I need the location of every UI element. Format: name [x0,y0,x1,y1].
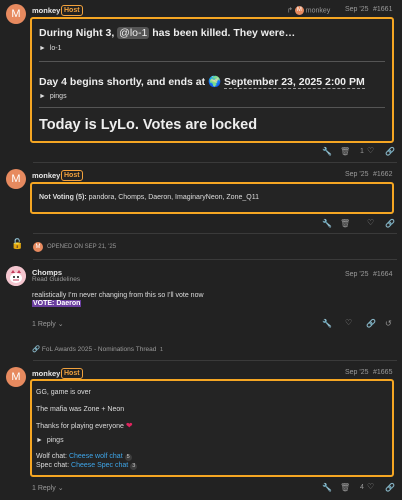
not-voting-list: Not Voting (5): pandora, Chomps, Daeron,… [39,194,259,201]
triangle-right-icon: ► [39,93,46,100]
spec-chat-link[interactable]: Cheese Spec chat [71,462,128,469]
link-count: 1 [159,347,164,353]
avatar[interactable]: M [6,367,26,387]
post-number[interactable]: #1665 [373,369,392,376]
spoiler-toggle[interactable]: ► pings [36,437,64,444]
trash-icon[interactable]: 🗑 [340,147,350,156]
link-count: 5 [124,454,132,461]
triangle-right-icon: ► [39,45,46,52]
post-separator [33,162,397,163]
user-mention[interactable]: @lo-1 [117,27,150,39]
post-author[interactable]: monkey [32,6,60,15]
user-title: Read Guidelines [32,276,81,283]
wolf-chat-line: Wolf chat: Cheese wolf chat 5 [36,453,132,461]
highlight-box: Not Voting (5): pandora, Chomps, Daeron,… [30,182,394,214]
link-count: 3 [130,463,138,470]
like-count: 4 [360,484,364,491]
link-icon: 🔗 [32,346,41,353]
globe-icon: 🌍 [208,76,222,88]
avatar[interactable]: M [6,4,26,24]
highlight-box: GG, game is over The mafia was Zone + Ne… [30,379,394,477]
spoiler-toggle[interactable]: ► lo-1 [39,45,62,52]
avatar[interactable]: M [6,169,26,189]
linked-topic[interactable]: 🔗 FoL Awards 2025 - Nominations Thread 1 [32,345,163,353]
post-body: realistically I'm never changing from th… [32,292,204,299]
chevron-down-icon: ⌄ [57,485,64,492]
content-divider [39,61,385,62]
link-icon[interactable]: 🔗 [385,147,395,156]
post-date[interactable]: Sep '25 [345,171,369,178]
post-line: The mafia was Zone + Neon [36,406,125,413]
replies-button[interactable]: 1 Reply ⌄ [32,484,64,492]
heart-icon[interactable]: ♡ [367,146,374,155]
post-separator [33,259,397,260]
day-announcement: Day 4 begins shortly, and ends at 🌍 Sept… [39,76,365,89]
post-date[interactable]: Sep '25 [345,6,369,13]
wrench-icon[interactable]: 🔧 [322,147,332,156]
post-separator [33,233,397,234]
wrench-icon[interactable]: 🔧 [322,483,332,492]
reply-icon[interactable]: ↺ [385,319,392,328]
post-line: Thanks for playing everyone ❤ [36,421,133,430]
avatar[interactable] [6,266,26,286]
creature-avatar-icon [6,266,26,286]
unlock-icon: 🔓 [11,239,24,250]
event-date[interactable]: September 23, 2025 2:00 PM [224,76,365,89]
triangle-right-icon: ► [36,437,43,444]
heart-icon[interactable]: ♡ [345,318,352,327]
reply-to[interactable]: ↱ M monkey [287,6,330,15]
spoiler-toggle[interactable]: ► pings [39,93,67,100]
replies-button[interactable]: 1 Reply ⌄ [32,320,64,328]
opened-notice: OPENED ON SEP 21, '25 [47,244,117,250]
post-author[interactable]: monkey [32,369,60,378]
heart-icon[interactable]: ♡ [367,482,374,491]
host-tag: Host [61,170,83,181]
link-icon[interactable]: 🔗 [366,319,376,328]
post-number[interactable]: #1664 [373,271,392,278]
big-heading: Today is LyLo. Votes are locked [39,117,258,133]
host-tag: Host [61,368,83,379]
host-tag: Host [61,5,83,16]
chevron-down-icon: ⌄ [57,321,64,328]
reply-to-avatar: M [294,6,304,15]
wrench-icon[interactable]: 🔧 [322,319,332,328]
death-announcement: During Night 3, @lo-1 has been killed. T… [39,27,296,39]
small-avatar[interactable]: M [33,242,43,252]
like-count: 1 [360,148,364,155]
trash-icon[interactable]: 🗑 [340,483,350,492]
link-icon[interactable]: 🔗 [385,219,395,228]
wolf-chat-link[interactable]: Cheese wolf chat [69,453,123,460]
link-icon[interactable]: 🔗 [385,483,395,492]
post-author[interactable]: monkey [32,171,60,180]
post-date[interactable]: Sep '25 [345,271,369,278]
heart-emoji-icon: ❤ [125,421,133,430]
content-divider [39,107,385,108]
vote-text: VOTE: Daeron [32,300,82,307]
post-separator [33,360,397,361]
spec-chat-line: Spec chat: Cheese Spec chat 3 [36,462,138,470]
wrench-icon[interactable]: 🔧 [322,219,332,228]
post-line: GG, game is over [36,389,91,396]
highlight-box: During Night 3, @lo-1 has been killed. T… [30,17,394,143]
trash-icon[interactable]: 🗑 [340,219,350,228]
post-number[interactable]: #1662 [373,171,392,178]
reply-arrow-icon: ↱ [287,7,293,15]
post-date[interactable]: Sep '25 [345,369,369,376]
heart-icon[interactable]: ♡ [367,218,374,227]
post-number[interactable]: #1661 [373,6,392,13]
